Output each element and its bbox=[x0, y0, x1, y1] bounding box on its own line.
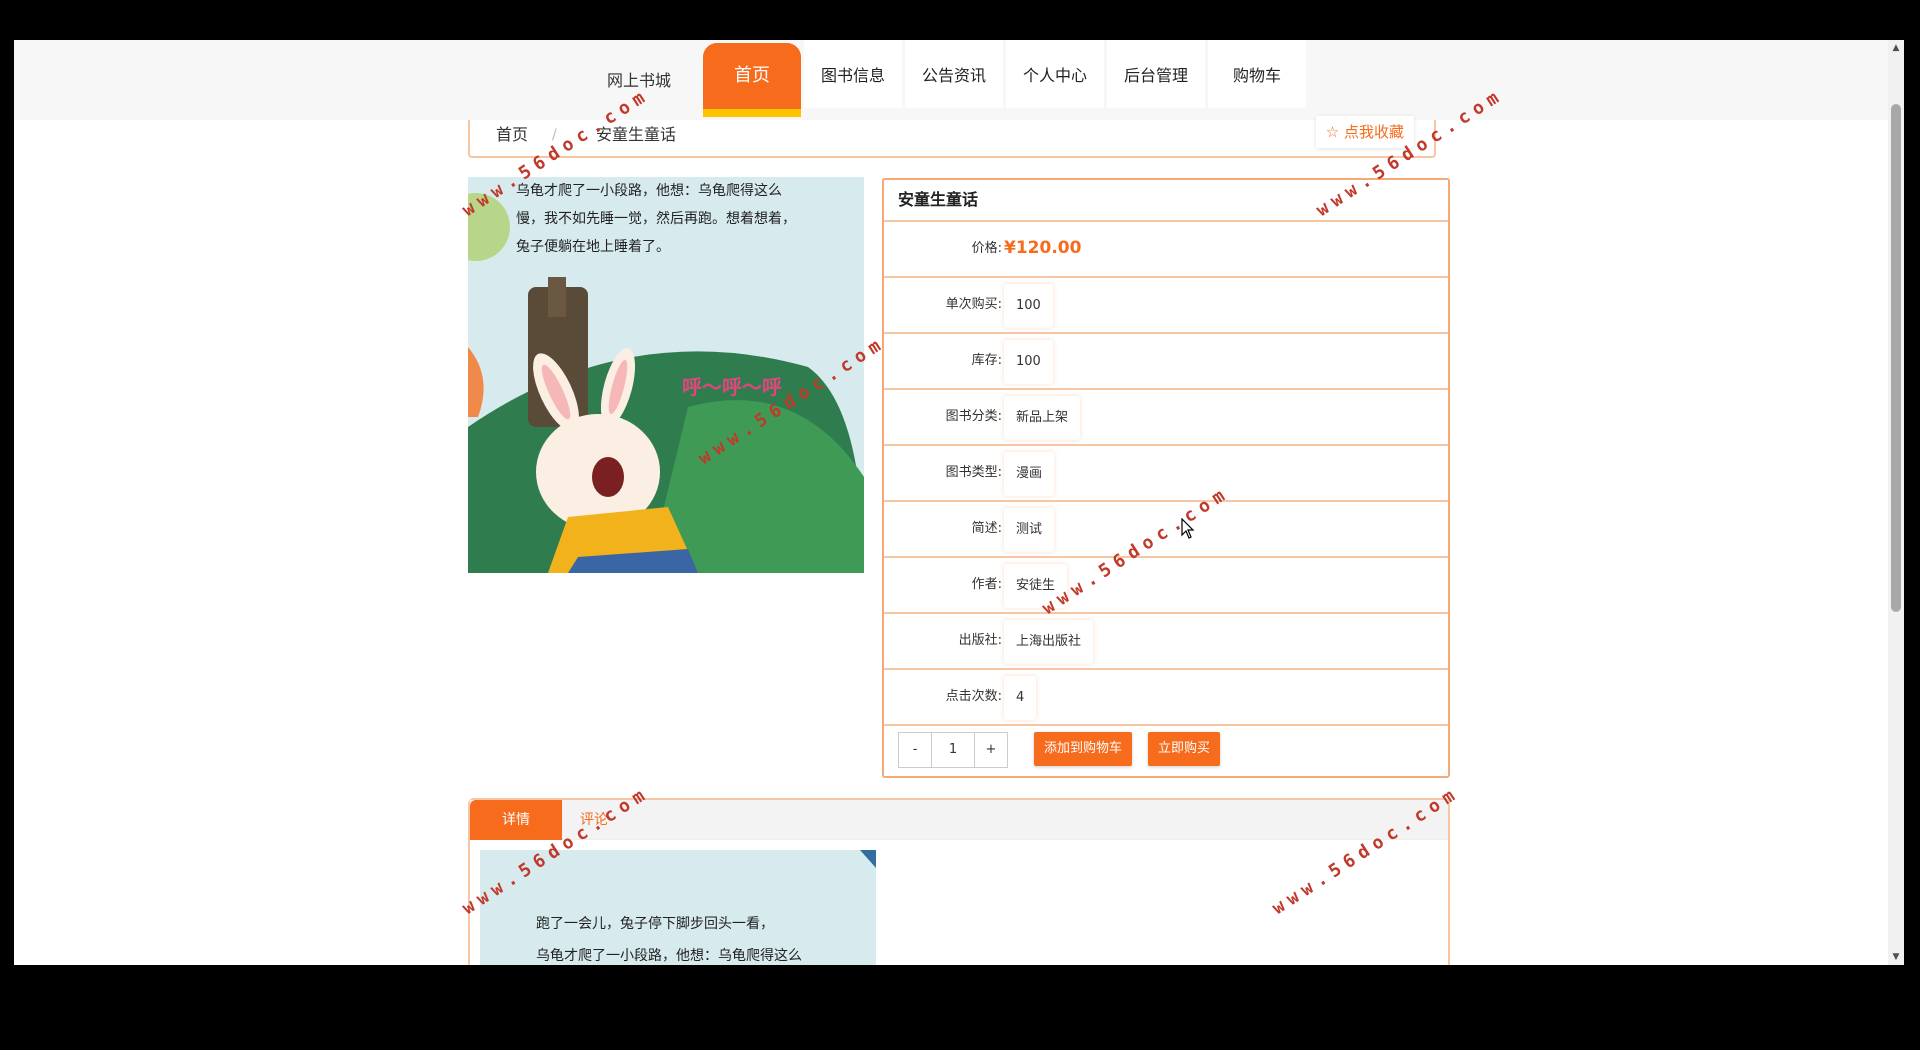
cover-text-line: 慢，我不如先睡一觉，然后再跑。想着想着， bbox=[516, 211, 796, 227]
info-row: 点击次数: 4 bbox=[884, 670, 1448, 726]
increment-button[interactable]: + bbox=[975, 733, 1007, 767]
breadcrumb-home[interactable]: 首页 bbox=[496, 120, 528, 150]
quantity-input[interactable]: 1 bbox=[931, 733, 975, 767]
book-info-panel: 安童生童话 价格: ¥120.00 单次购买: 100 库存: 100 图书分类… bbox=[882, 178, 1450, 778]
field-label: 单次购买: bbox=[945, 297, 1002, 312]
scroll-down-icon[interactable]: ▼ bbox=[1888, 949, 1904, 965]
top-navbar: 网上书城 首页 图书信息 公告资讯 个人中心 后台管理 购物车 bbox=[14, 40, 1888, 120]
browser-viewport: 网上书城 首页 图书信息 公告资讯 个人中心 后台管理 购物车 首页 / 安童生… bbox=[14, 40, 1904, 965]
info-row: 图书类型: 漫画 bbox=[884, 446, 1448, 502]
field-value: 4 bbox=[1004, 676, 1037, 720]
field-label: 出版社: bbox=[958, 633, 1002, 648]
nav-profile[interactable]: 个人中心 bbox=[1006, 40, 1104, 108]
field-label: 图书类型: bbox=[945, 465, 1002, 480]
info-row: 库存: 100 bbox=[884, 334, 1448, 390]
info-row: 图书分类: 新品上架 bbox=[884, 390, 1448, 446]
favorite-button[interactable]: ☆ 点我收藏 bbox=[1315, 116, 1414, 148]
scrollbar-thumb[interactable] bbox=[1891, 104, 1901, 612]
price-value: ¥120.00 bbox=[1004, 238, 1082, 258]
field-value: 100 bbox=[1004, 284, 1053, 328]
nav-cart[interactable]: 购物车 bbox=[1208, 40, 1306, 108]
field-value: 测试 bbox=[1004, 508, 1055, 552]
favorite-label: 点我收藏 bbox=[1343, 123, 1404, 141]
field-value: 漫画 bbox=[1004, 452, 1055, 496]
vertical-scrollbar[interactable]: ▲ ▼ bbox=[1888, 40, 1904, 965]
add-to-cart-button[interactable]: 添加到购物车 bbox=[1034, 732, 1133, 766]
book-cover-image: 乌龟才爬了一小段路，他想：乌龟爬得这么 慢，我不如先睡一觉，然后再跑。想着想着，… bbox=[468, 177, 864, 573]
info-row: 单次购买: 100 bbox=[884, 278, 1448, 334]
nav-admin[interactable]: 后台管理 bbox=[1107, 40, 1205, 108]
field-label: 图书分类: bbox=[945, 409, 1002, 424]
info-row-price: 价格: ¥120.00 bbox=[884, 222, 1448, 278]
field-label: 库存: bbox=[971, 353, 1002, 368]
field-label: 作者: bbox=[971, 577, 1002, 592]
star-outline-icon: ☆ bbox=[1325, 123, 1340, 141]
field-label: 点击次数: bbox=[945, 689, 1002, 704]
price-label: 价格: bbox=[971, 241, 1002, 256]
cover-text: 乌龟才爬了一小段路，他想：乌龟爬得这么 慢，我不如先睡一觉，然后再跑。想着想着，… bbox=[516, 177, 856, 261]
detail-text-line: 跑了一会儿，兔子停下脚步回头一看， bbox=[536, 916, 774, 932]
purchase-actions: - 1 + 添加到购物车 立即购买 bbox=[884, 726, 1448, 778]
cover-text-line: 兔子便躺在地上睡着了。 bbox=[516, 239, 670, 255]
nav-books[interactable]: 图书信息 bbox=[804, 40, 902, 108]
mouse-cursor-icon bbox=[1181, 518, 1195, 539]
nav-home[interactable]: 首页 bbox=[703, 43, 801, 117]
quantity-stepper: - 1 + bbox=[898, 732, 1008, 768]
field-value: 上海出版社 bbox=[1004, 620, 1094, 664]
detail-text: 跑了一会儿，兔子停下脚步回头一看， 乌龟才爬了一小段路，他想：乌龟爬得这么 bbox=[536, 908, 802, 965]
nav-news[interactable]: 公告资讯 bbox=[905, 40, 1003, 108]
cover-text-line: 乌龟才爬了一小段路，他想：乌龟爬得这么 bbox=[516, 183, 782, 199]
tab-detail[interactable]: 详情 bbox=[470, 800, 562, 840]
detail-text-line: 乌龟才爬了一小段路，他想：乌龟爬得这么 bbox=[536, 948, 802, 964]
field-label: 简述: bbox=[971, 521, 1002, 536]
info-row: 作者: 安徒生 bbox=[884, 558, 1448, 614]
field-value: 新品上架 bbox=[1004, 396, 1081, 440]
decrement-button[interactable]: - bbox=[899, 733, 931, 767]
info-row: 出版社: 上海出版社 bbox=[884, 614, 1448, 670]
scroll-up-icon[interactable]: ▲ bbox=[1888, 40, 1904, 56]
buy-now-button[interactable]: 立即购买 bbox=[1148, 732, 1221, 766]
cover-sound-text: 呼～呼～呼 bbox=[682, 375, 782, 399]
field-value: 100 bbox=[1004, 340, 1053, 384]
